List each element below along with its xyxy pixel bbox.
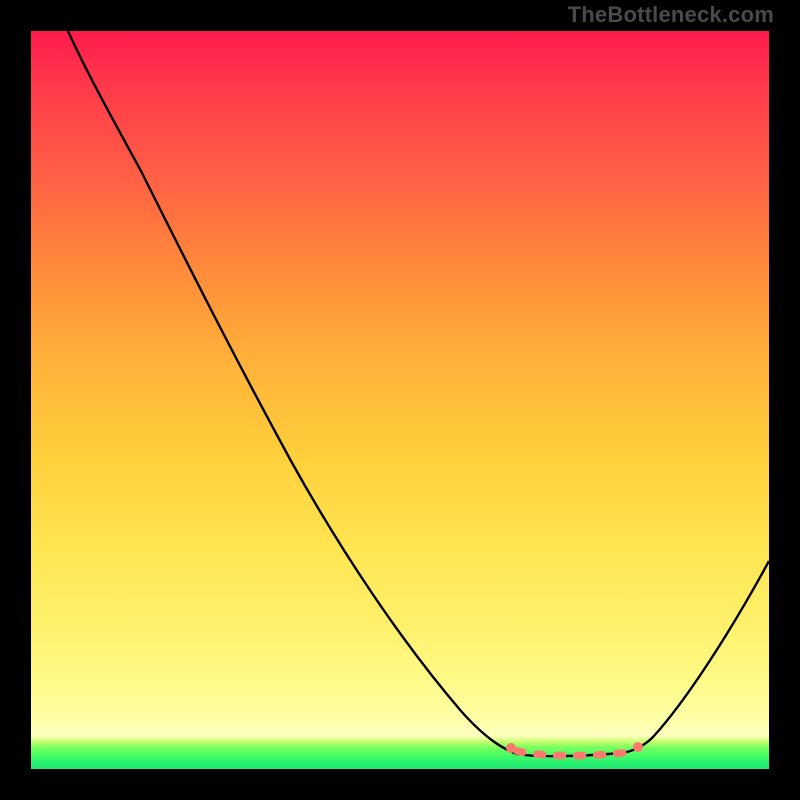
bottleneck-curve: [31, 31, 769, 769]
watermark-text: TheBottleneck.com: [568, 2, 774, 28]
marker-dot-end: [633, 742, 643, 752]
curve-path: [68, 31, 769, 756]
chart-frame: TheBottleneck.com: [0, 0, 800, 800]
flat-region-marker: [517, 751, 631, 756]
plot-area: [31, 31, 769, 769]
